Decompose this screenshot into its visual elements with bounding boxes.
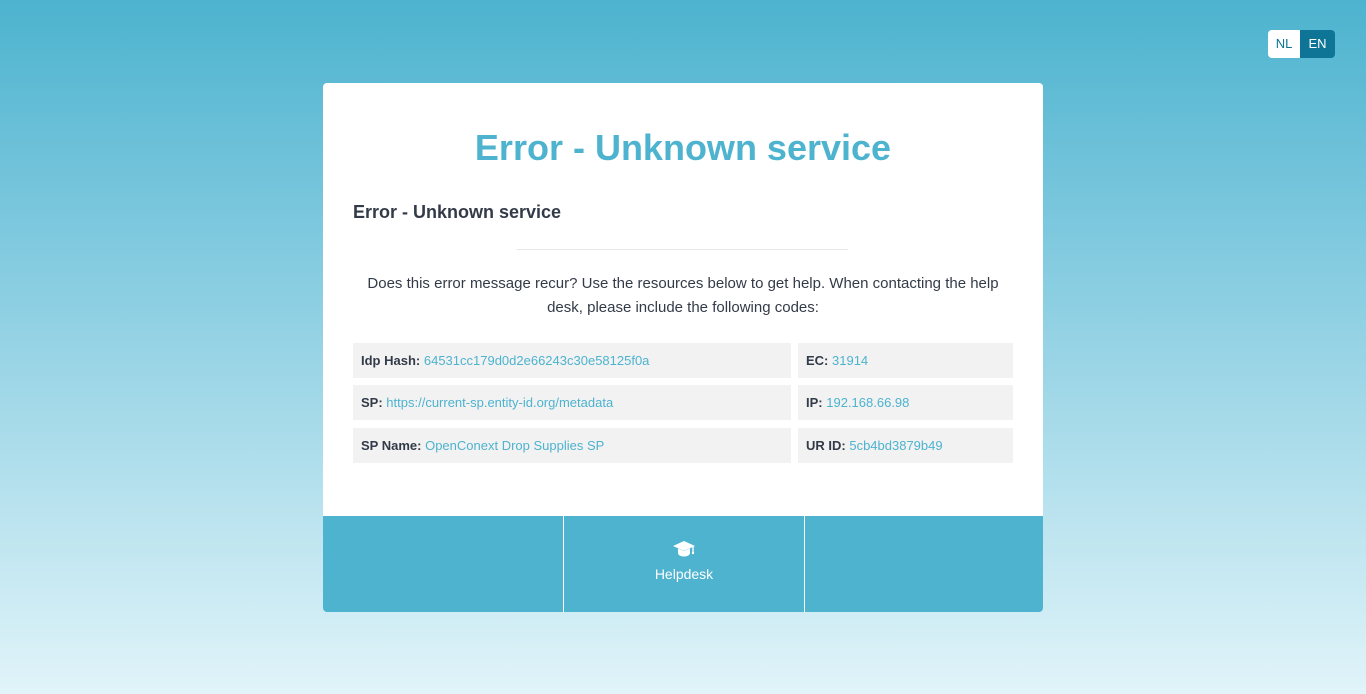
card-footer: Helpdesk: [323, 516, 1043, 612]
code-sp-label: SP:: [361, 395, 383, 410]
code-sp-name: SP Name: OpenConext Drop Supplies SP: [353, 428, 791, 463]
code-ur-id-value: 5cb4bd3879b49: [849, 438, 943, 453]
code-ip-label: IP:: [806, 395, 823, 410]
error-card-body: Error - Unknown service Error - Unknown …: [323, 83, 1043, 516]
code-ec: EC: 31914: [798, 343, 1013, 378]
code-idp-hash-value: 64531cc179d0d2e66243c30e58125f0a: [423, 353, 650, 368]
code-ec-label: EC:: [806, 353, 829, 368]
graduation-cap-icon: [673, 541, 695, 557]
code-sp-name-value: OpenConext Drop Supplies SP: [425, 438, 605, 453]
error-subtitle: Error - Unknown service: [353, 202, 562, 222]
helpdesk-link[interactable]: Helpdesk: [564, 516, 805, 612]
page-title: Error - Unknown service: [474, 127, 892, 168]
code-sp-name-label: SP Name:: [361, 438, 422, 453]
code-ur-id: UR ID: 5cb4bd3879b49: [798, 428, 1013, 463]
language-nl-button[interactable]: NL: [1268, 30, 1300, 58]
code-idp-hash: Idp Hash: 64531cc179d0d2e66243c30e58125f…: [353, 343, 791, 378]
code-ec-value: 31914: [832, 353, 869, 368]
helpdesk-label: Helpdesk: [654, 566, 714, 582]
code-sp-value: https://current-sp.entity-id.org/metadat…: [386, 395, 614, 410]
code-ip: IP: 192.168.66.98: [798, 385, 1013, 420]
footer-cell-right: [805, 516, 1043, 612]
footer-cell-left: [323, 516, 564, 612]
code-sp: SP: https://current-sp.entity-id.org/met…: [353, 385, 791, 420]
code-ip-value: 192.168.66.98: [826, 395, 910, 410]
help-text: Does this error message recur? Use the r…: [367, 275, 999, 316]
error-card: Error - Unknown service Error - Unknown …: [323, 83, 1043, 612]
code-idp-hash-label: Idp Hash:: [361, 353, 421, 368]
divider: [517, 249, 848, 250]
language-switcher: NL EN: [1268, 30, 1335, 58]
code-ur-id-label: UR ID:: [806, 438, 846, 453]
language-en-button[interactable]: EN: [1300, 30, 1335, 58]
